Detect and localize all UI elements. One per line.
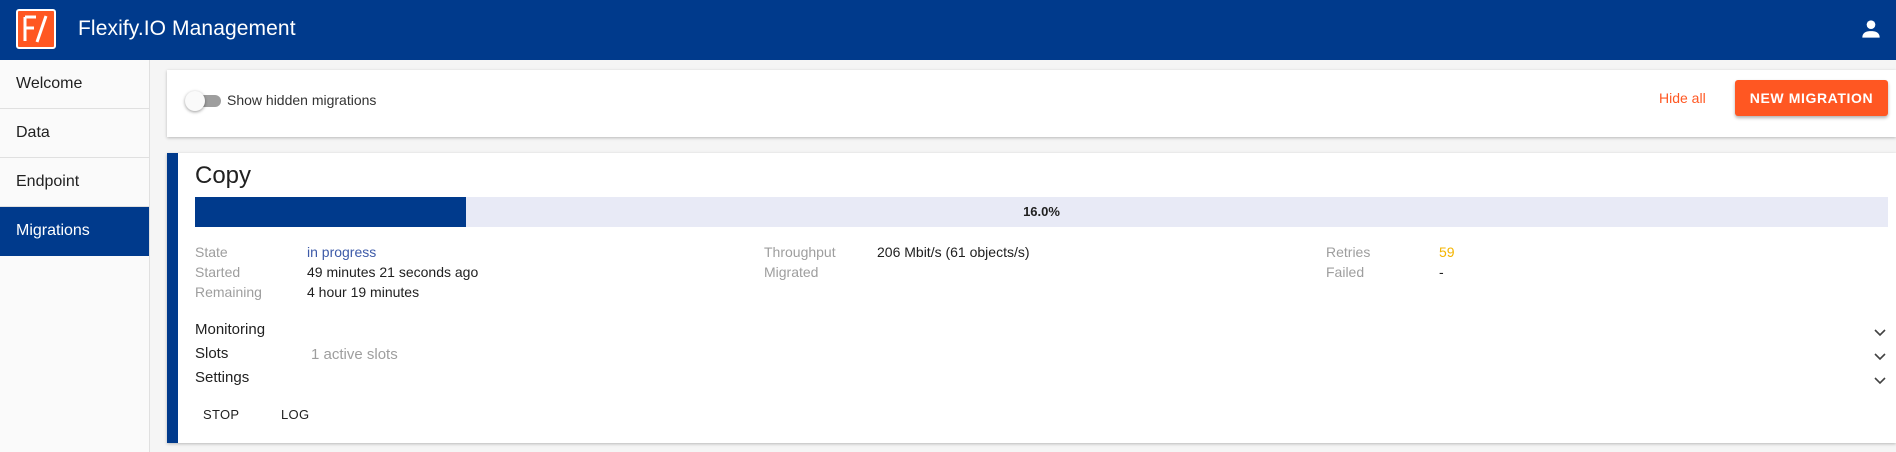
monitoring-section[interactable]: Monitoring — [195, 321, 1888, 343]
migrated-label: Migrated — [764, 264, 819, 280]
sidebar-item-label: Endpoint — [16, 173, 80, 190]
slots-title: Slots — [195, 345, 229, 362]
migrations-toolbar: Show hidden migrations Hide all NEW MIGR… — [167, 70, 1896, 137]
show-hidden-migrations-label: Show hidden migrations — [227, 92, 377, 108]
retries-label: Retries — [1326, 244, 1371, 260]
state-label: State — [195, 244, 228, 260]
chevron-down-icon[interactable] — [1872, 372, 1888, 388]
flexify-logo-icon[interactable] — [16, 9, 56, 49]
sidebar-item-label: Welcome — [16, 75, 83, 92]
show-hidden-migrations-toggle[interactable] — [185, 91, 223, 111]
slots-summary: 1 active slots — [311, 346, 398, 363]
monitoring-title: Monitoring — [195, 321, 266, 338]
retries-value: 59 — [1439, 244, 1455, 260]
migration-title: Copy — [195, 162, 252, 189]
settings-title: Settings — [195, 369, 250, 386]
throughput-value: 206 Mbit/s (61 objects/s) — [877, 244, 1030, 260]
chevron-down-icon[interactable] — [1872, 324, 1888, 340]
progress-text: 16.0% — [1023, 204, 1060, 219]
log-button[interactable]: LOG — [281, 407, 309, 422]
sidebar-item-label: Data — [16, 124, 50, 141]
sidebar-item-label: Migrations — [16, 222, 90, 239]
migration-card: Copy 16.0% State in progress Started 49 … — [167, 153, 1896, 443]
stop-button[interactable]: STOP — [203, 407, 239, 422]
slots-section[interactable]: Slots 1 active slots — [195, 345, 1888, 367]
app-header: Flexify.IO Management — [0, 0, 1896, 60]
remaining-label: Remaining — [195, 284, 262, 300]
settings-section[interactable]: Settings — [195, 369, 1888, 391]
sidebar-item-welcome[interactable]: Welcome — [0, 60, 149, 109]
failed-label: Failed — [1326, 264, 1365, 280]
started-value: 49 minutes 21 seconds ago — [307, 264, 479, 280]
sidebar-item-endpoint[interactable]: Endpoint — [0, 158, 149, 207]
throughput-label: Throughput — [764, 244, 836, 260]
toggle-thumb — [185, 91, 205, 111]
hide-all-link[interactable]: Hide all — [1659, 90, 1706, 106]
remaining-value: 4 hour 19 minutes — [307, 284, 420, 300]
new-migration-button[interactable]: NEW MIGRATION — [1735, 80, 1888, 116]
app-title: Flexify.IO Management — [78, 17, 296, 40]
person-icon[interactable] — [1858, 16, 1884, 42]
sidebar: Welcome Data Endpoint Migrations — [0, 60, 150, 452]
card-accent-bar — [167, 153, 178, 443]
started-label: Started — [195, 264, 241, 280]
failed-value: - — [1439, 264, 1444, 280]
migration-progress-bar: 16.0% — [195, 197, 1888, 227]
sidebar-item-migrations[interactable]: Migrations — [0, 207, 149, 256]
state-value: in progress — [307, 244, 377, 260]
sidebar-item-data[interactable]: Data — [0, 109, 149, 158]
chevron-down-icon[interactable] — [1872, 348, 1888, 364]
